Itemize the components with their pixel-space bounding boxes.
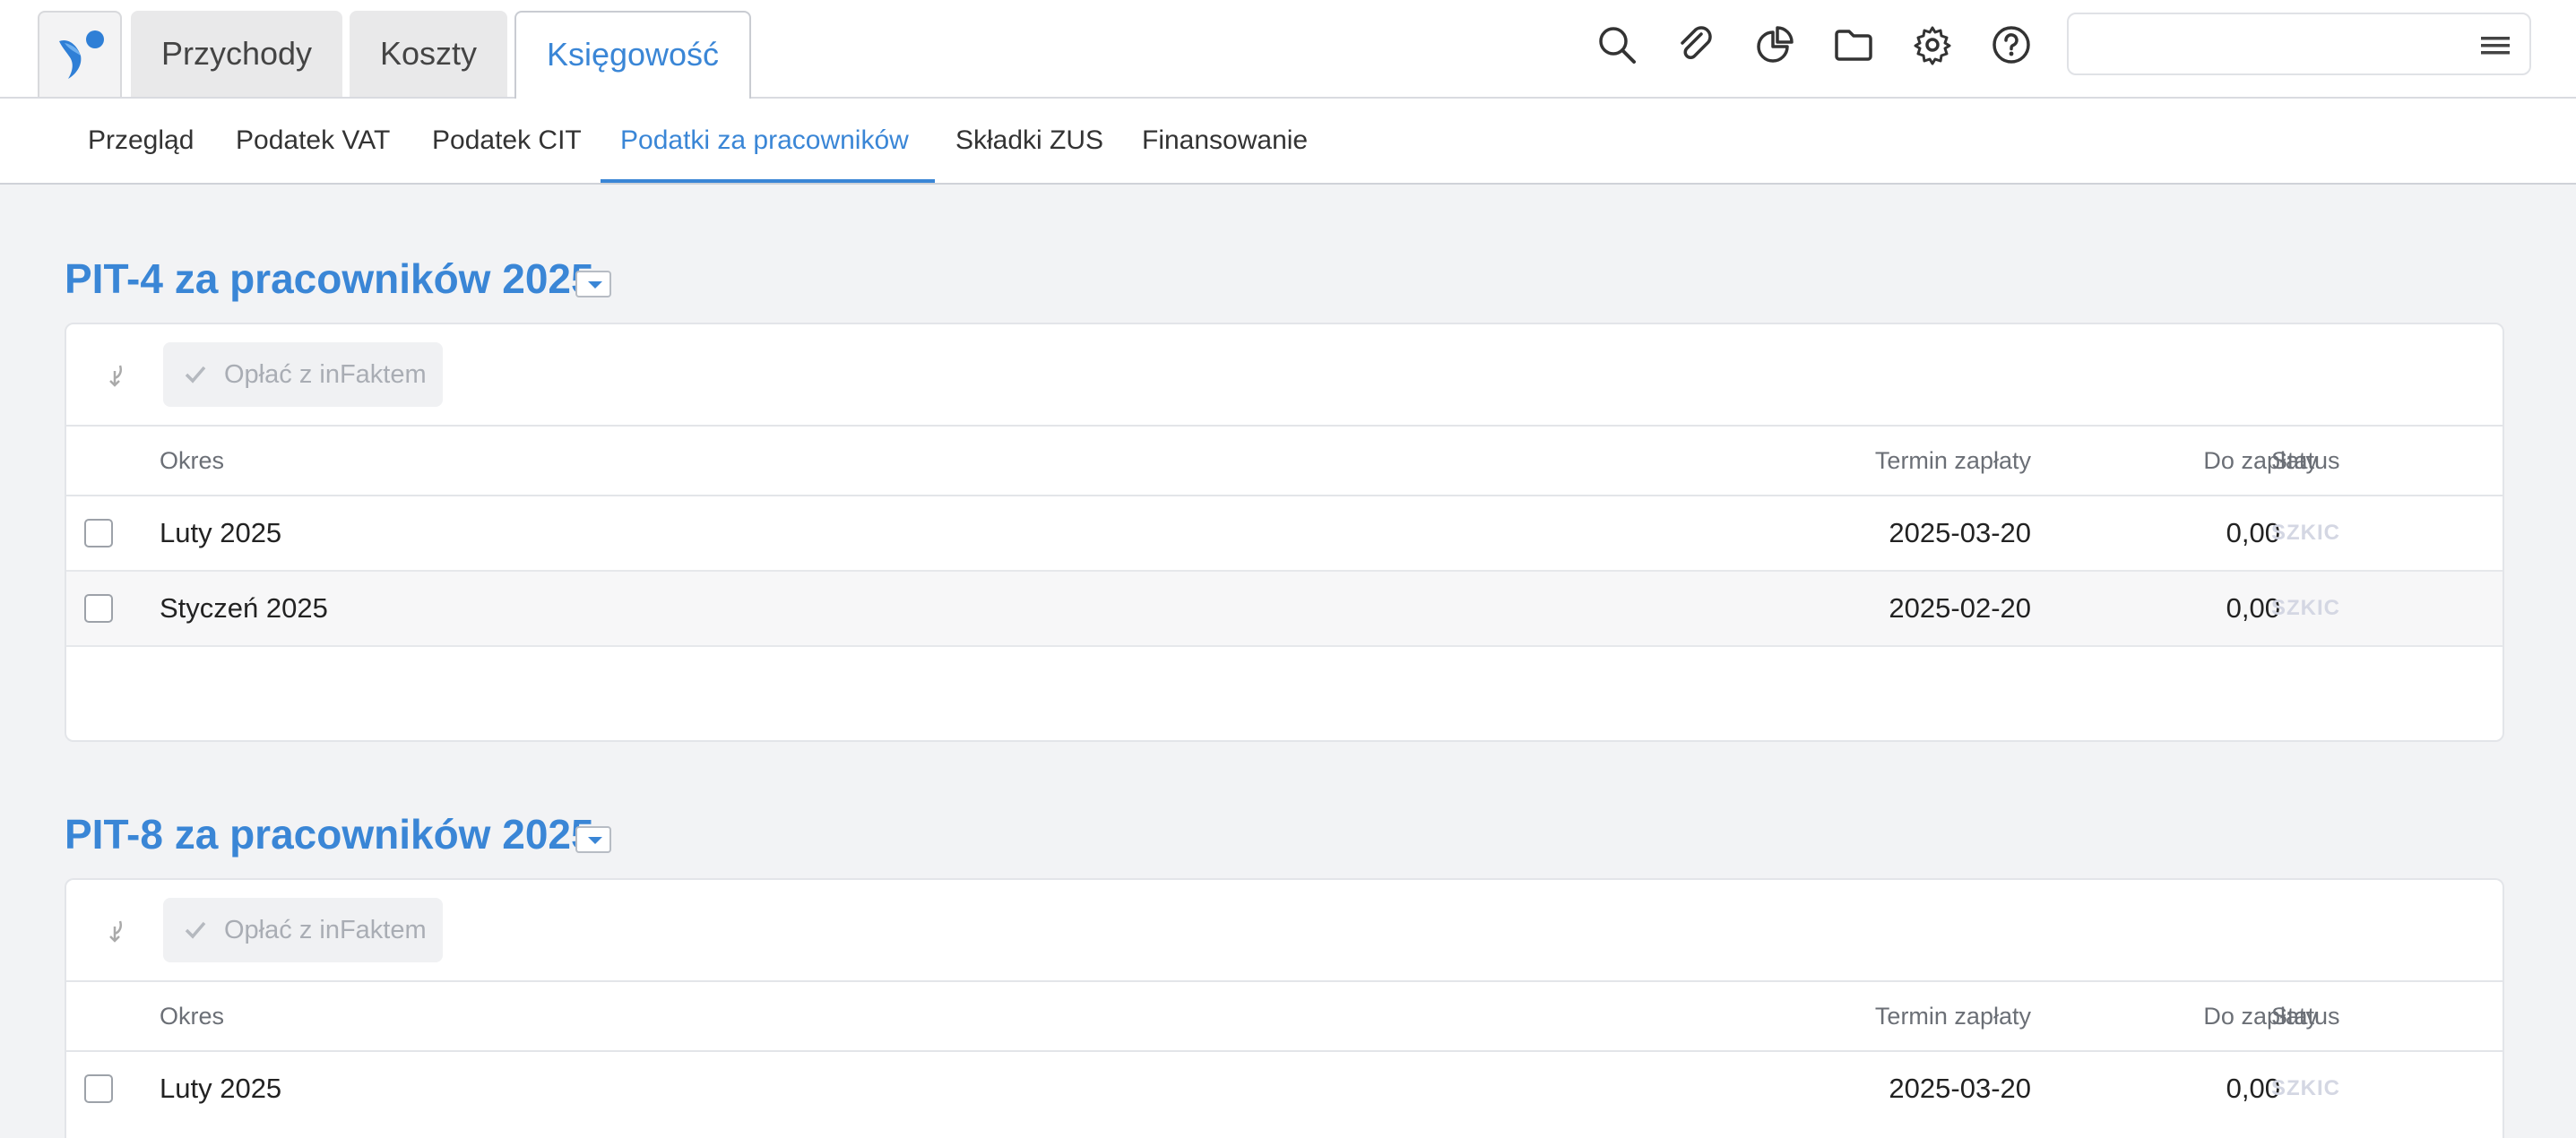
row-checkbox[interactable]: [84, 594, 113, 623]
table-header: Okres Termin zapłaty Do zapłaty Status: [66, 982, 2503, 1052]
table-header: Okres Termin zapłaty Do zapłaty Status: [66, 427, 2503, 496]
row-period: Luty 2025: [160, 517, 282, 548]
row-amount: 0,00: [2226, 517, 2280, 548]
column-header-period[interactable]: Okres: [160, 982, 224, 1050]
section-title-pit8: PIT-8 za pracowników 2025: [65, 811, 594, 858]
table-row[interactable]: Luty 2025 2025-03-20 0,00 SZKIC: [66, 496, 2503, 572]
column-header-due-date[interactable]: Termin zapłaty: [1769, 427, 2031, 495]
row-period: Styczeń 2025: [160, 592, 328, 624]
account-menu[interactable]: [2067, 13, 2531, 75]
paperclip-icon[interactable]: [1674, 23, 1717, 66]
pay-with-infakt-button[interactable]: Opłać z inFaktem: [163, 342, 443, 407]
row-status-badge: SZKIC: [2271, 596, 2340, 620]
pit8-table-card: Opłać z inFaktem Okres Termin zapłaty Do…: [65, 878, 2504, 1138]
search-icon[interactable]: [1595, 23, 1638, 66]
gear-icon[interactable]: [1911, 23, 1954, 66]
row-status-badge: SZKIC: [2271, 1076, 2340, 1100]
row-amount: 0,00: [2226, 1073, 2280, 1104]
table-toolbar: Opłać z inFaktem: [66, 880, 2503, 982]
subnav-przeglad[interactable]: Przegląd: [88, 99, 194, 183]
column-header-due-date[interactable]: Termin zapłaty: [1769, 982, 2031, 1050]
pay-button-label: Opłać z inFaktem: [224, 916, 427, 944]
section-title-pit4: PIT-4 za pracowników 2025: [65, 255, 594, 302]
row-due-date: 2025-03-20: [1889, 1073, 2031, 1104]
check-icon: [185, 366, 206, 384]
table-toolbar: Opłać z inFaktem: [66, 324, 2503, 427]
row-status-badge: SZKIC: [2271, 521, 2340, 545]
bird-logo-icon: [59, 30, 104, 79]
tab-przychody[interactable]: Przychody: [131, 11, 342, 97]
active-tab-indicator: [601, 179, 935, 183]
help-icon[interactable]: [1990, 23, 2033, 66]
tab-ksiegowosc[interactable]: Księgowość: [514, 11, 751, 99]
subnav-podatki-za-pracownikow[interactable]: Podatki za pracowników: [620, 99, 909, 183]
table-row[interactable]: Styczeń 2025 2025-02-20 0,00 SZKIC: [66, 572, 2503, 647]
row-period: Luty 2025: [160, 1073, 282, 1104]
pie-chart-icon[interactable]: [1753, 23, 1796, 66]
hamburger-menu-icon[interactable]: [2479, 32, 2511, 59]
subnav-finansowanie[interactable]: Finansowanie: [1142, 99, 1308, 183]
year-dropdown-button[interactable]: [575, 826, 611, 853]
column-header-status[interactable]: Status: [2271, 982, 2340, 1050]
row-due-date: 2025-03-20: [1889, 517, 2031, 548]
row-due-date: 2025-02-20: [1889, 592, 2031, 624]
sort-arrow-icon[interactable]: [104, 362, 129, 391]
check-icon: [185, 921, 206, 939]
subnav-podatek-cit[interactable]: Podatek CIT: [432, 99, 582, 183]
app-logo[interactable]: [38, 11, 122, 97]
sort-arrow-icon[interactable]: [104, 918, 129, 946]
row-checkbox[interactable]: [84, 519, 113, 547]
tab-koszty[interactable]: Koszty: [350, 11, 507, 97]
sub-navigation: Przegląd Podatek VAT Podatek CIT Podatki…: [0, 99, 2576, 185]
subnav-podatek-vat[interactable]: Podatek VAT: [236, 99, 390, 183]
column-header-period[interactable]: Okres: [160, 427, 224, 495]
row-amount: 0,00: [2226, 592, 2280, 624]
subnav-skladki-zus[interactable]: Składki ZUS: [955, 99, 1103, 183]
row-checkbox[interactable]: [84, 1074, 113, 1103]
column-header-status[interactable]: Status: [2271, 427, 2340, 495]
top-bar: Przychody Koszty Księgowość: [0, 0, 2576, 99]
table-row[interactable]: Luty 2025 2025-03-20 0,00 SZKIC: [66, 1052, 2503, 1125]
pit4-table-card: Opłać z inFaktem Okres Termin zapłaty Do…: [65, 323, 2504, 742]
year-dropdown-button[interactable]: [575, 271, 611, 297]
pay-button-label: Opłać z inFaktem: [224, 360, 427, 389]
folder-icon[interactable]: [1832, 23, 1875, 66]
pay-with-infakt-button[interactable]: Opłać z inFaktem: [163, 898, 443, 962]
